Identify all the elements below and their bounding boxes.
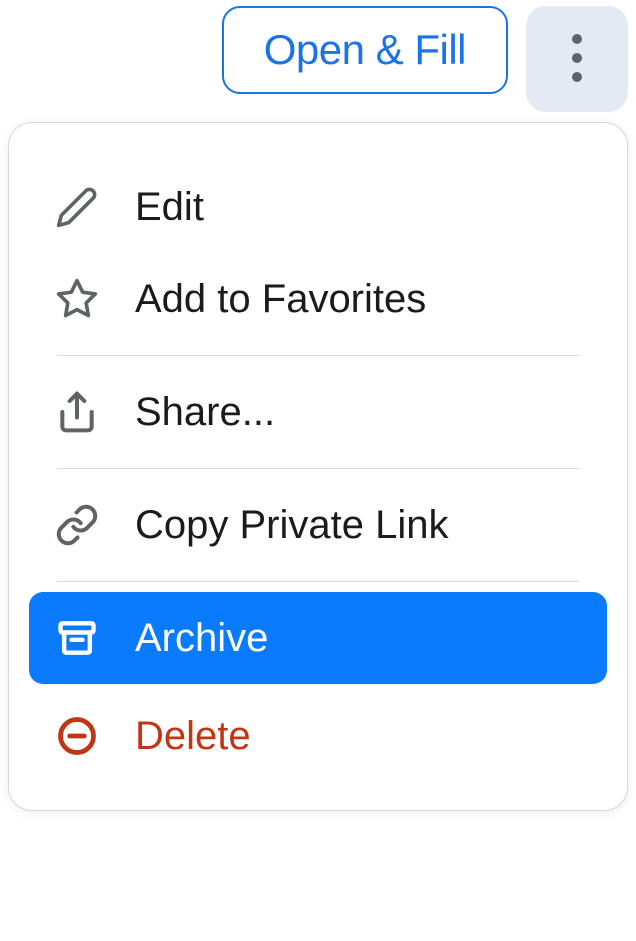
menu-item-label: Archive: [135, 616, 268, 661]
pencil-icon: [53, 183, 101, 231]
menu-divider: [57, 355, 579, 356]
menu-item-copy-link[interactable]: Copy Private Link: [9, 479, 627, 571]
menu-item-delete[interactable]: Delete: [9, 690, 627, 782]
star-icon: [53, 275, 101, 323]
open-and-fill-button[interactable]: Open & Fill: [222, 6, 508, 94]
header-toolbar: Open & Fill: [0, 0, 636, 112]
menu-divider: [57, 468, 579, 469]
menu-item-label: Add to Favorites: [135, 277, 426, 322]
link-icon: [53, 501, 101, 549]
menu-item-share[interactable]: Share...: [9, 366, 627, 458]
share-icon: [53, 388, 101, 436]
more-vertical-icon: [572, 33, 582, 86]
menu-item-label: Edit: [135, 185, 204, 230]
context-menu: Edit Add to Favorites Share... Co: [8, 122, 628, 811]
more-options-button[interactable]: [526, 6, 628, 112]
minus-circle-icon: [53, 712, 101, 760]
menu-item-label: Delete: [135, 714, 251, 759]
menu-item-label: Share...: [135, 390, 275, 435]
menu-divider: [57, 581, 579, 582]
archive-icon: [53, 614, 101, 662]
menu-item-favorites[interactable]: Add to Favorites: [9, 253, 627, 345]
menu-item-edit[interactable]: Edit: [9, 161, 627, 253]
menu-item-label: Copy Private Link: [135, 503, 448, 548]
menu-item-archive[interactable]: Archive: [29, 592, 607, 684]
